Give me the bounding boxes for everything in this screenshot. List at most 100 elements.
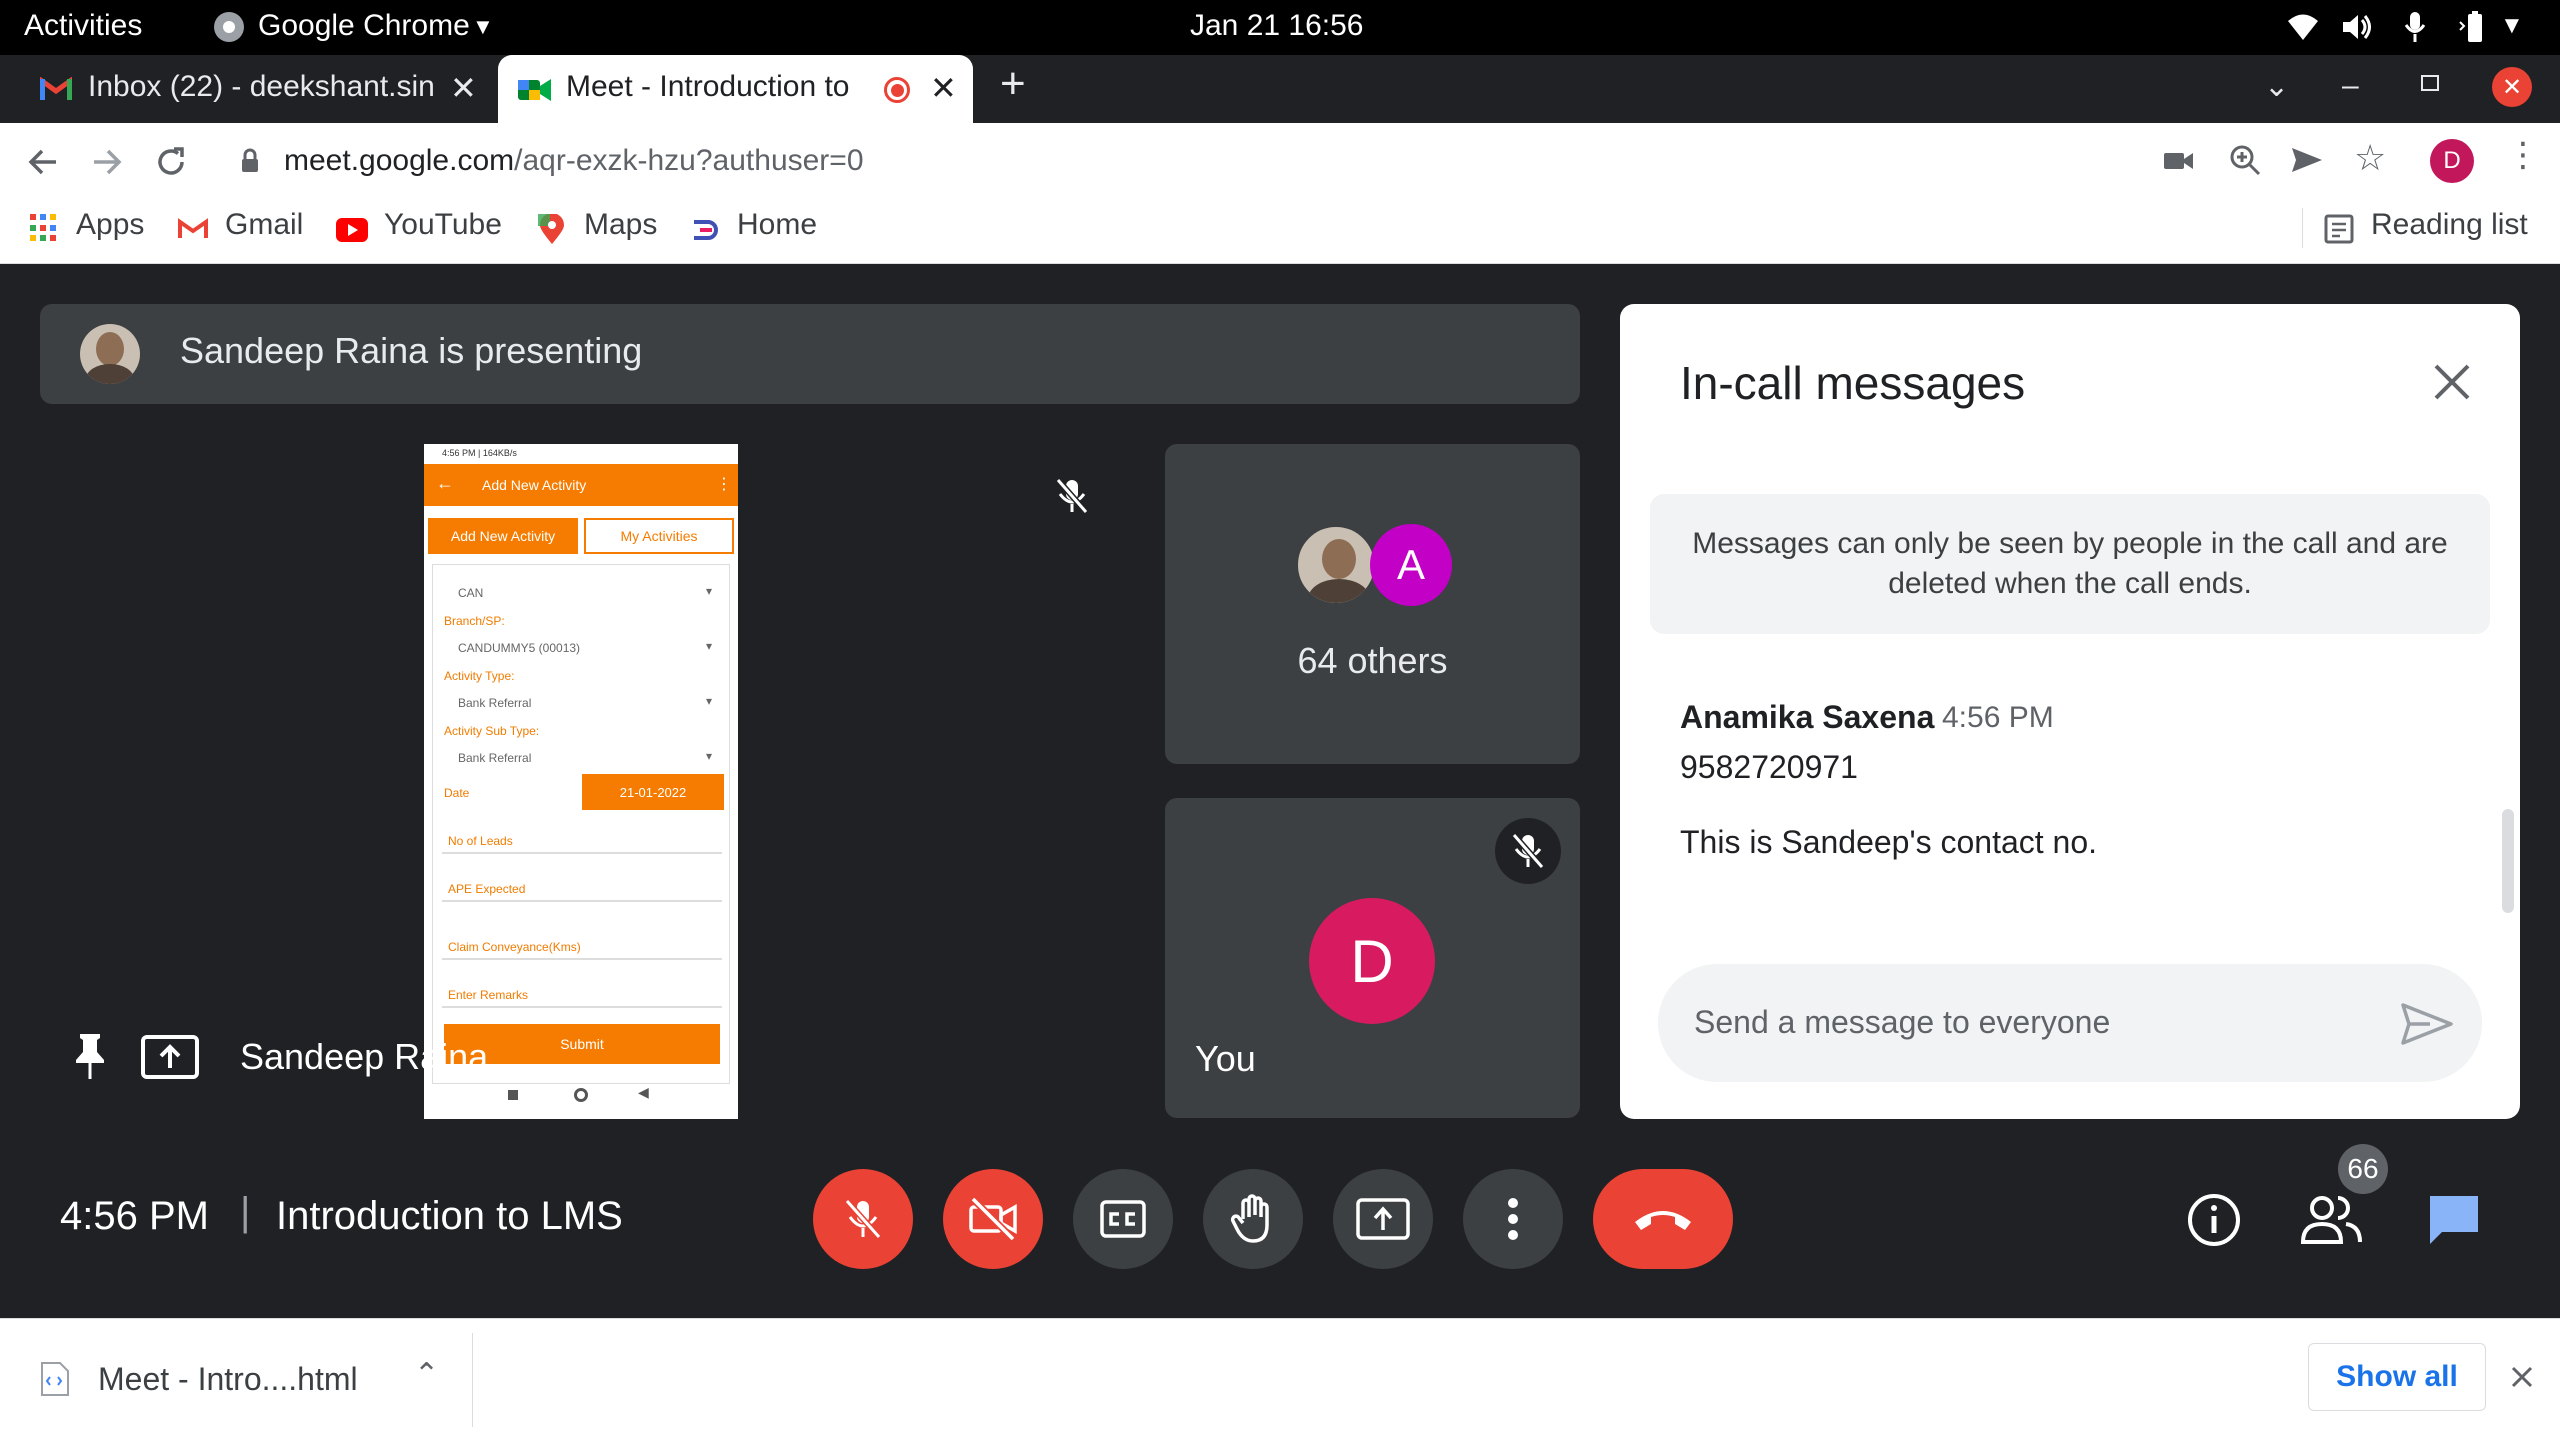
phone-status-text: 4:56 PM | 164KB/s [442,448,517,458]
phone-dropdown-icon: ▾ [706,694,713,708]
pin-icon[interactable] [70,1032,110,1082]
tab-meet[interactable]: Meet - Introduction to ✕ [498,55,973,123]
message-sender: Anamika Saxena [1680,699,1935,735]
phone-date-label: Date [444,786,470,800]
phone-dropdown-icon: ▾ [706,749,713,763]
gmail-icon [40,77,72,100]
bookmarks-bar: Apps Gmail YouTube Maps Home Reading lis… [0,198,2560,264]
html-file-icon [41,1362,69,1396]
download-options-chevron-icon[interactable]: ⌃ [414,1357,439,1392]
lock-icon[interactable] [240,148,260,174]
message-time: 4:56 PM [1942,701,2054,734]
camera-toggle-button[interactable] [943,1169,1043,1269]
maps-icon [538,214,564,244]
phone-recents-icon [508,1090,518,1100]
kebab-menu-icon[interactable]: ⋮ [2506,135,2540,175]
phone-activity-type-value: Bank Referral [458,696,532,710]
battery-icon[interactable] [2456,10,2492,44]
participant-avatar [1295,524,1377,606]
phone-back-nav-icon: ◀ [638,1084,649,1100]
tab-label: Meet - Introduction to [566,70,850,103]
muted-mic-icon [1055,478,1089,514]
meet-icon [518,79,551,101]
raise-hand-icon [1230,1194,1269,1243]
captions-icon [1100,1200,1146,1238]
phone-ape-expected: APE Expected [448,882,526,896]
bookmark-maps[interactable]: Maps [584,208,657,242]
reading-list-button[interactable]: Reading list [2371,208,2528,242]
volume-icon[interactable] [2340,12,2374,42]
system-menu-chevron-icon[interactable]: ▼ [2500,12,2524,40]
clock[interactable]: Jan 21 16:56 [1190,9,1363,43]
download-file-name[interactable]: Meet - Intro....html [98,1361,358,1398]
url-path: /aqr-exzk-hzu?authuser=0 [514,144,864,177]
maximize-icon[interactable] [2421,75,2439,91]
shared-screen: 4:56 PM | 164KB/s ← Add New Activity ⋮ A… [424,444,738,1119]
raise-hand-button[interactable] [1203,1169,1303,1269]
camera-in-use-icon[interactable] [2164,149,2194,173]
presenting-text: Sandeep Raina is presenting [180,330,643,371]
close-icon[interactable]: ✕ [450,69,477,107]
close-icon[interactable]: ✕ [930,69,957,107]
chat-input[interactable]: Send a message to everyone [1658,964,2482,1082]
send-icon[interactable] [2290,145,2324,175]
home-bookmark-icon [694,220,718,240]
chat-icon[interactable] [2426,1192,2482,1246]
profile-avatar[interactable]: D [2430,139,2474,183]
bookmark-gmail[interactable]: Gmail [225,208,303,242]
close-icon[interactable] [2432,362,2472,402]
phone-claim-conveyance: Claim Conveyance(Kms) [448,940,581,954]
send-icon[interactable] [2400,1002,2454,1046]
people-icon[interactable] [2300,1194,2364,1246]
activities-button[interactable]: Activities [24,9,142,43]
meeting-details-icon[interactable] [2186,1192,2242,1248]
bookmark-star-icon[interactable]: ☆ [2354,137,2386,179]
more-options-button[interactable] [1463,1169,1563,1269]
system-top-bar: Activities Google Chrome ▼ Jan 21 16:56 … [0,0,2560,55]
tab-gmail[interactable]: Inbox (22) - deekshant.sin ✕ [20,55,480,123]
close-icon[interactable] [2510,1365,2534,1389]
self-label: You [1195,1038,1256,1079]
app-menu[interactable]: Google Chrome [258,9,470,43]
present-screen-icon[interactable] [140,1034,200,1080]
minimize-icon[interactable]: – [2342,69,2359,103]
self-tile[interactable]: D You [1165,798,1580,1118]
chat-scrollbar[interactable] [2502,809,2514,913]
forward-icon[interactable] [90,145,124,179]
wifi-icon[interactable] [2286,12,2320,42]
omnibox[interactable]: meet.google.com/aqr-exzk-hzu?authuser=0 [220,131,2140,191]
youtube-icon [336,218,368,242]
mic-toggle-button[interactable] [813,1169,913,1269]
chrome-icon [214,12,244,42]
captions-button[interactable] [1073,1169,1173,1269]
divider [472,1333,473,1427]
bookmark-apps[interactable]: Apps [76,208,144,242]
phone-home-icon [574,1088,588,1102]
microphone-icon[interactable] [2402,10,2428,44]
chevron-down-icon[interactable]: ▼ [472,14,494,40]
show-all-button[interactable]: Show all [2308,1343,2486,1411]
reload-icon[interactable] [154,145,188,179]
phone-back-icon: ← [436,473,454,493]
bookmark-youtube[interactable]: YouTube [384,208,502,242]
new-tab-button[interactable]: + [1000,59,1026,109]
phone-header-title: Add New Activity [482,477,587,493]
tab-search-chevron-icon[interactable]: ⌄ [2264,69,2289,104]
phone-field-line [442,1006,722,1008]
muted-mic-icon [1511,833,1545,869]
more-vert-icon [1508,1198,1518,1240]
phone-dropdown-icon: ▾ [706,639,713,653]
phone-menu-icon: ⋮ [716,476,732,493]
self-avatar: D [1309,898,1435,1024]
end-call-button[interactable] [1593,1169,1733,1269]
bookmark-home[interactable]: Home [737,208,817,242]
participants-count-badge: 66 [2338,1144,2388,1194]
back-icon[interactable] [26,145,60,179]
participant-avatar-letter: A [1370,524,1452,606]
url-host: meet.google.com [284,144,515,177]
zoom-icon[interactable] [2228,143,2262,177]
others-tile[interactable]: A 64 others [1165,444,1580,764]
window-close-icon[interactable]: ✕ [2492,67,2532,107]
present-now-button[interactable] [1333,1169,1433,1269]
chat-notice: Messages can only be seen by people in t… [1650,494,2490,634]
